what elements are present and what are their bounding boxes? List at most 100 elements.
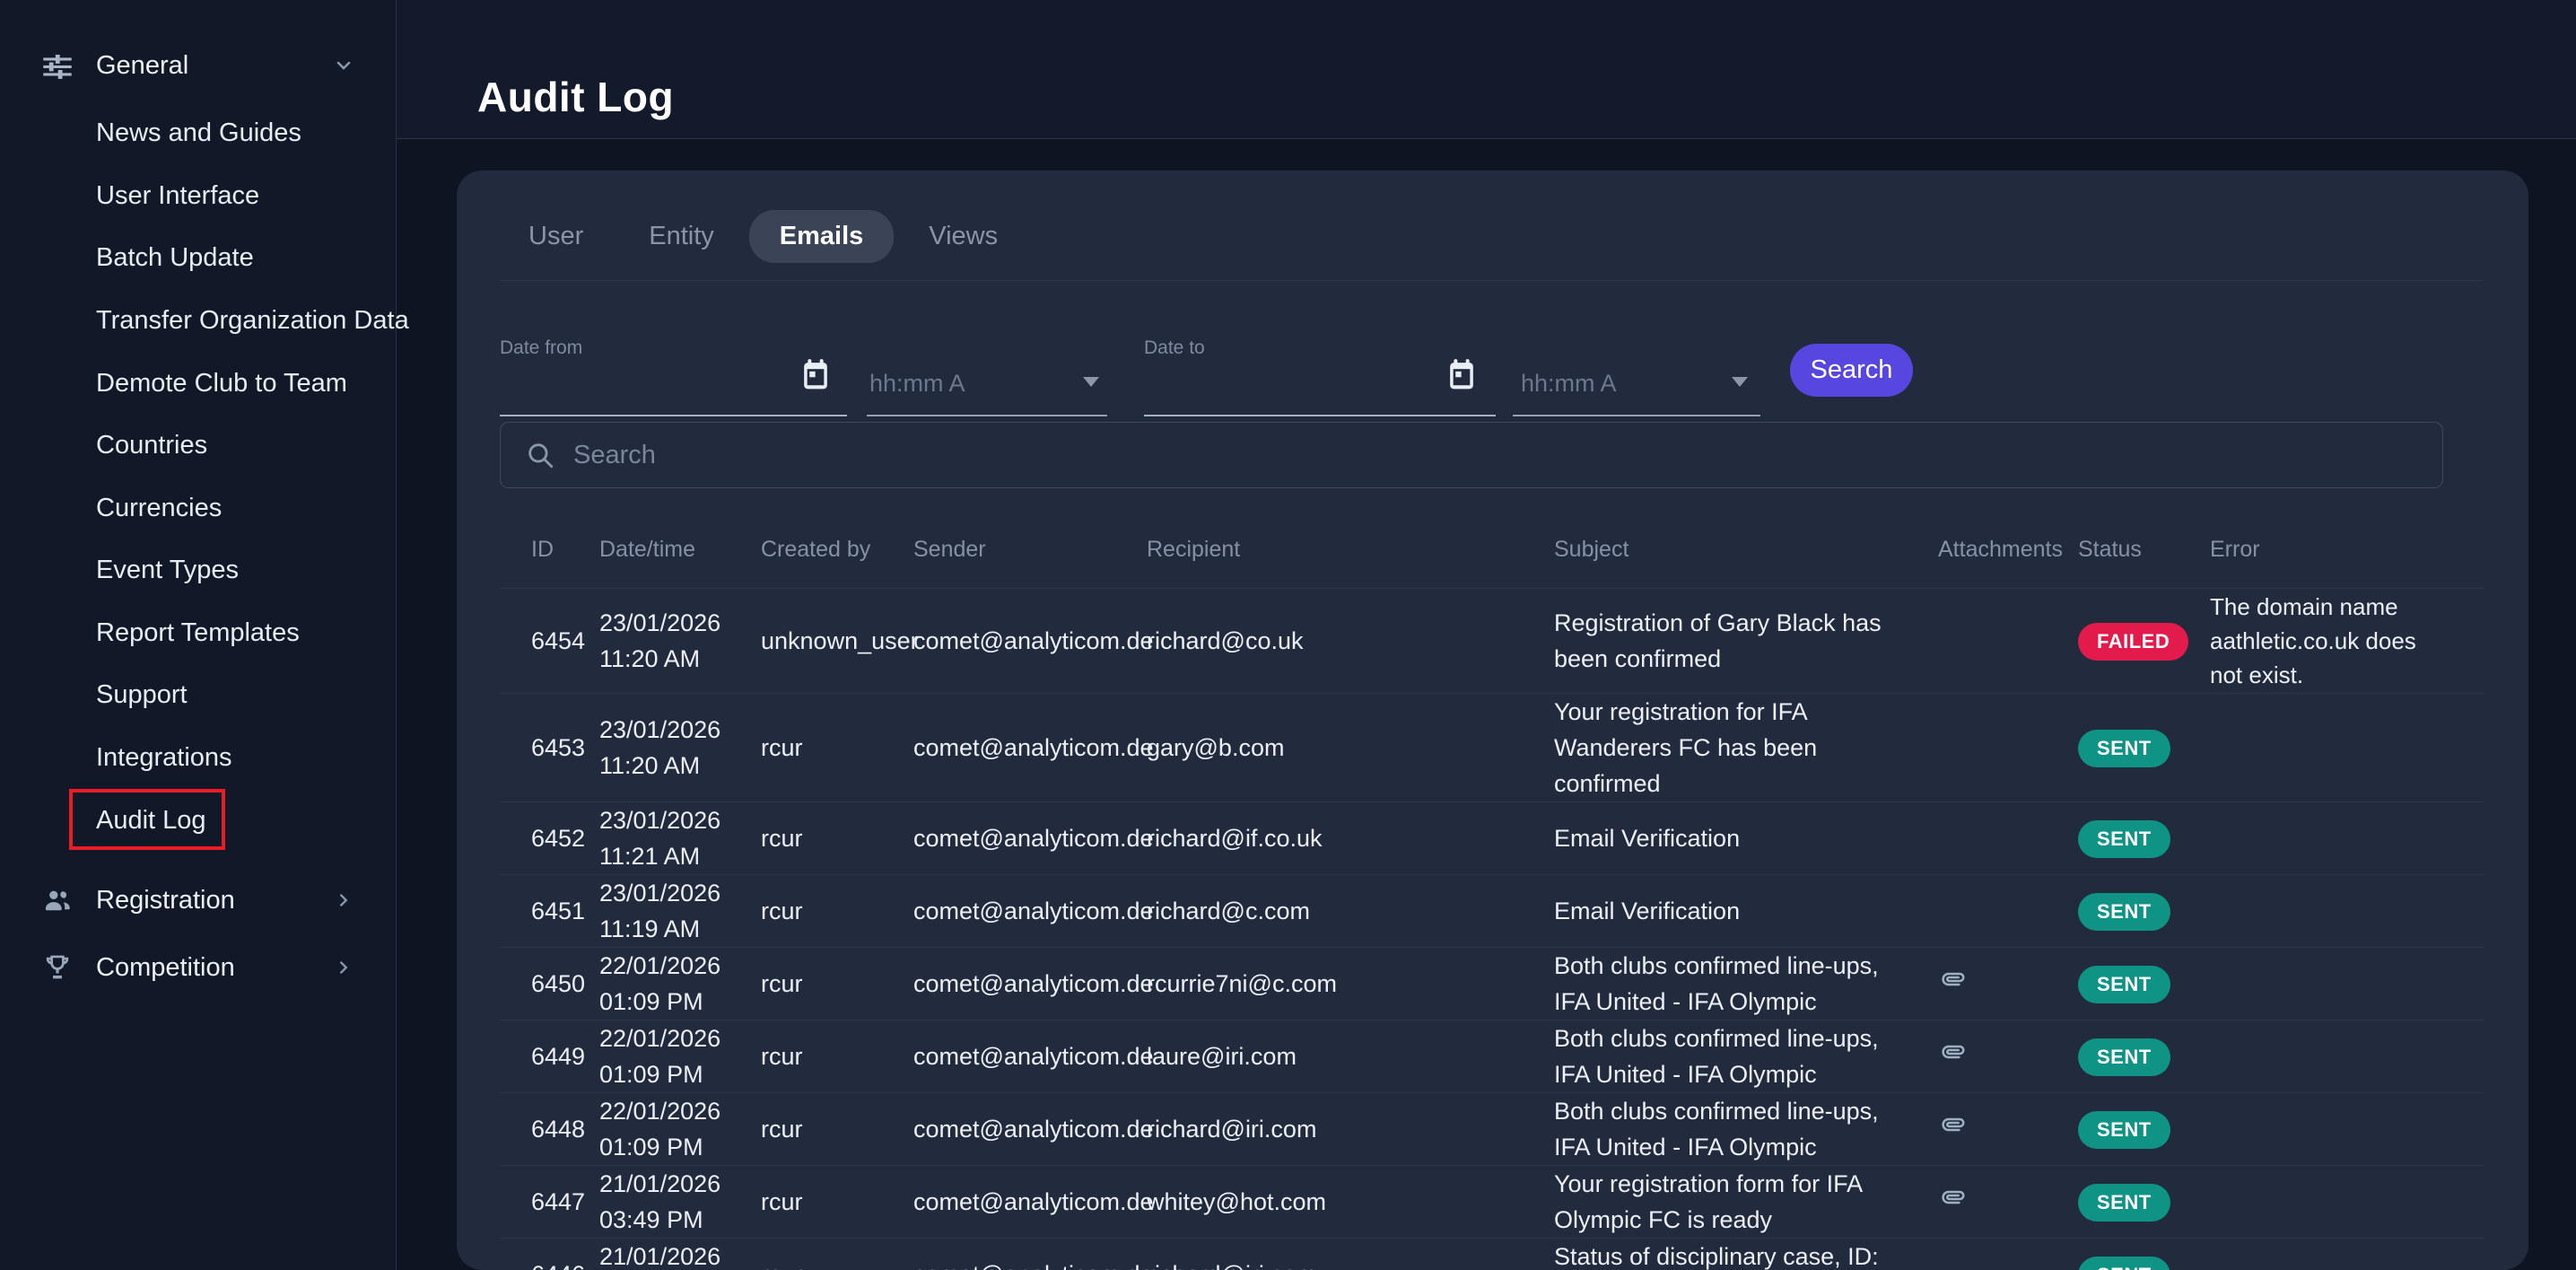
status-badge: SENT — [2078, 730, 2170, 767]
cell-error — [2210, 1093, 2484, 1166]
status-badge: SENT — [2078, 1257, 2170, 1270]
cell-status: SENT — [2078, 1020, 2210, 1093]
date-from-input[interactable] — [500, 415, 847, 416]
cell-status: SENT — [2078, 694, 2210, 802]
sidebar-item-registration[interactable]: Registration — [0, 871, 396, 930]
sliders-icon — [41, 49, 74, 82]
date-from-label: Date from — [500, 337, 582, 359]
cell-attachments — [1938, 1166, 2078, 1239]
sidebar: General News and Guides User Interface B… — [0, 0, 397, 1270]
cell-attachments — [1938, 694, 2078, 802]
cell-attachments — [1938, 1020, 2078, 1093]
cell-status: SENT — [2078, 1239, 2210, 1270]
cell-id: 6451 — [500, 875, 599, 948]
tab-emails[interactable]: Emails — [749, 210, 895, 263]
sidebar-item-batch-update[interactable]: Batch Update — [0, 238, 396, 277]
table-row[interactable]: 6454 23/01/202611:20 AM unknown_user com… — [500, 589, 2484, 694]
cell-recipient: richard@c.com — [1147, 875, 1554, 948]
calendar-icon[interactable] — [803, 357, 828, 391]
status-badge: SENT — [2078, 966, 2170, 1003]
cell-subject: Your registration form for IFA Olympic F… — [1554, 1166, 1938, 1239]
search-button[interactable]: Search — [1790, 344, 1913, 397]
cell-error — [2210, 948, 2484, 1020]
cell-datetime: 22/01/202601:09 PM — [599, 1093, 761, 1166]
sidebar-item-currencies[interactable]: Currencies — [0, 488, 396, 528]
chevron-right-icon — [333, 957, 354, 978]
email-log-table: ID Date/time Created by Sender Recipient… — [500, 512, 2484, 1270]
cell-attachments — [1938, 802, 2078, 875]
cell-error — [2210, 1239, 2484, 1270]
cell-datetime: 23/01/202611:20 AM — [599, 589, 761, 694]
time-to-input[interactable]: hh:mm A — [1521, 370, 1617, 398]
cell-sender: comet@analyticom.de — [913, 1239, 1147, 1270]
table-row[interactable]: 6452 23/01/202611:21 AM rcur comet@analy… — [500, 802, 2484, 875]
sidebar-item-countries[interactable]: Countries — [0, 425, 396, 465]
table-row[interactable]: 6451 23/01/202611:19 AM rcur comet@analy… — [500, 875, 2484, 948]
col-sender: Sender — [913, 512, 1147, 589]
cell-id: 6452 — [500, 802, 599, 875]
cell-id: 6447 — [500, 1166, 599, 1239]
col-datetime: Date/time — [599, 512, 761, 589]
cell-recipient: laure@iri.com — [1147, 1020, 1554, 1093]
sidebar-item-report-templates[interactable]: Report Templates — [0, 613, 396, 653]
sidebar-item-demote-club-to-team[interactable]: Demote Club to Team — [0, 363, 396, 403]
cell-subject: Both clubs confirmed line-ups, IFA Unite… — [1554, 948, 1938, 1020]
cell-created-by: rcur — [761, 875, 913, 948]
cell-recipient: rcurrie7ni@c.com — [1147, 948, 1554, 1020]
paperclip-icon — [1938, 1183, 1967, 1212]
cell-id: 6454 — [500, 589, 599, 694]
cell-created-by: rcur — [761, 802, 913, 875]
date-to-label: Date to — [1144, 337, 1205, 359]
people-icon — [41, 884, 74, 916]
dropdown-arrow-icon[interactable] — [1732, 377, 1748, 387]
time-to-underline — [1513, 415, 1760, 416]
table-row[interactable]: 6449 22/01/202601:09 PM rcur comet@analy… — [500, 1020, 2484, 1093]
cell-id: 6450 — [500, 948, 599, 1020]
trophy-icon — [41, 951, 74, 984]
col-subject: Subject — [1554, 512, 1938, 589]
table-row[interactable]: 6453 23/01/202611:20 AM rcur comet@analy… — [500, 694, 2484, 802]
sidebar-item-support[interactable]: Support — [0, 675, 396, 714]
cell-error — [2210, 1020, 2484, 1093]
tab-views[interactable]: Views — [929, 222, 998, 251]
cell-status: SENT — [2078, 802, 2210, 875]
table-row[interactable]: 6450 22/01/202601:09 PM rcur comet@analy… — [500, 948, 2484, 1020]
cell-subject: Email Verification — [1554, 802, 1938, 875]
cell-sender: comet@analyticom.de — [913, 1020, 1147, 1093]
cell-error — [2210, 802, 2484, 875]
sidebar-item-news-and-guides[interactable]: News and Guides — [0, 113, 396, 153]
paperclip-icon — [1938, 1110, 1967, 1139]
sidebar-item-event-types[interactable]: Event Types — [0, 550, 396, 590]
cell-status: SENT — [2078, 875, 2210, 948]
search-placeholder: Search — [573, 441, 656, 470]
tab-entity[interactable]: Entity — [649, 222, 714, 251]
calendar-icon[interactable] — [1449, 357, 1474, 391]
sidebar-item-competition[interactable]: Competition — [0, 938, 396, 997]
time-from-input[interactable]: hh:mm A — [869, 370, 965, 398]
search-input[interactable]: Search — [500, 422, 2443, 488]
dropdown-arrow-icon[interactable] — [1083, 377, 1099, 387]
status-badge: SENT — [2078, 893, 2170, 931]
date-to-input[interactable] — [1144, 415, 1496, 416]
tab-user[interactable]: User — [528, 222, 583, 251]
table-row[interactable]: 6448 22/01/202601:09 PM rcur comet@analy… — [500, 1093, 2484, 1166]
cell-created-by: unknown_user — [761, 589, 913, 694]
table-row[interactable]: 6447 21/01/202603:49 PM rcur comet@analy… — [500, 1166, 2484, 1239]
cell-sender: comet@analyticom.de — [913, 875, 1147, 948]
sidebar-item-general[interactable]: General — [0, 36, 396, 95]
time-from-underline — [867, 415, 1107, 416]
cell-sender: comet@analyticom.de — [913, 802, 1147, 875]
search-icon — [525, 440, 555, 470]
sidebar-item-integrations[interactable]: Integrations — [0, 738, 396, 777]
cell-created-by: rcur — [761, 1093, 913, 1166]
cell-sender: comet@analyticom.de — [913, 1093, 1147, 1166]
cell-error — [2210, 1166, 2484, 1239]
cell-subject: Email Verification — [1554, 875, 1938, 948]
sidebar-item-user-interface[interactable]: User Interface — [0, 176, 396, 215]
sidebar-item-transfer-organization-data[interactable]: Transfer Organization Data — [0, 301, 396, 340]
cell-recipient: whitey@hot.com — [1147, 1166, 1554, 1239]
cell-sender: comet@analyticom.de — [913, 694, 1147, 802]
cell-id: 6449 — [500, 1020, 599, 1093]
status-badge: SENT — [2078, 1038, 2170, 1076]
table-row[interactable]: 6446 21/01/202610:28 AM rcur comet@analy… — [500, 1239, 2484, 1270]
